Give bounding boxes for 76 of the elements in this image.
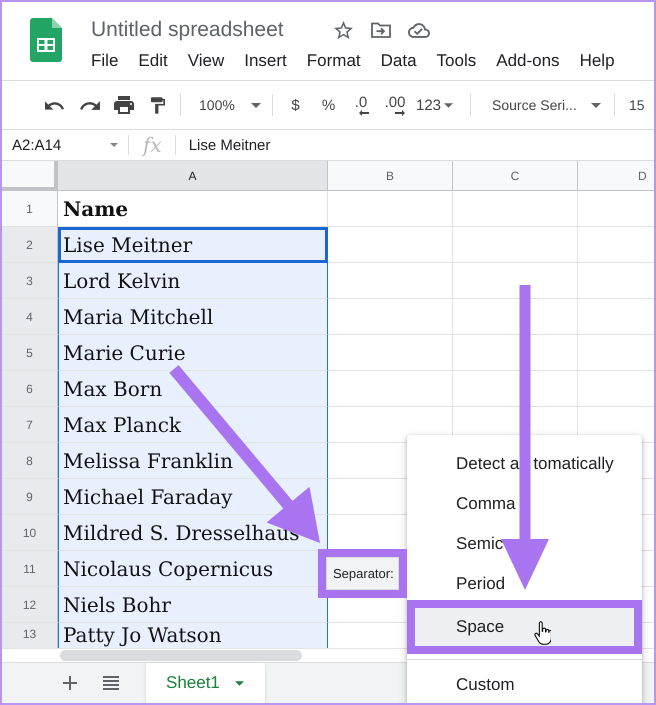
menu-item[interactable]: Format (306, 50, 361, 72)
table-cell: Max Born (58, 371, 328, 407)
column-header[interactable]: D (578, 161, 654, 191)
column-header[interactable]: C (453, 161, 578, 191)
menu-item[interactable]: Insert (244, 50, 287, 72)
table-cell: Michael Faraday (58, 479, 328, 515)
table-cell: Lise Meitner (58, 227, 328, 263)
row-header[interactable]: 6 (2, 371, 58, 407)
paint-roller-icon[interactable] (151, 96, 165, 114)
redo-icon[interactable] (80, 100, 100, 110)
name-box[interactable]: A2:A14 (2, 130, 128, 160)
row-header[interactable]: 7 (2, 407, 58, 443)
caret-icon (251, 102, 261, 108)
zoom-dropdown[interactable]: 100% (193, 91, 267, 119)
row-header[interactable]: 10 (2, 515, 58, 551)
font-size-field[interactable]: 15 (629, 91, 645, 119)
separator-button[interactable]: Separator: (326, 557, 399, 590)
print-icon[interactable] (114, 96, 134, 114)
row-header[interactable]: 9 (2, 479, 58, 515)
left-arrow-icon (359, 110, 369, 116)
menu-item[interactable]: Space (415, 608, 634, 646)
scrollbar-thumb[interactable] (60, 650, 302, 661)
caret-icon (444, 102, 454, 108)
caret-icon (110, 143, 118, 147)
menu-item[interactable]: Custom (407, 665, 642, 703)
menu-item[interactable]: Add-ons (496, 50, 560, 72)
table-cell: Mildred S. Dresselhaus (58, 515, 328, 551)
row-header[interactable]: 12 (2, 587, 58, 623)
format-button[interactable]: % (315, 91, 342, 119)
sheet-tab[interactable]: Sheet1 (146, 663, 265, 703)
decrease-decimals-button[interactable]: .0 (348, 91, 374, 119)
undo-icon[interactable] (45, 100, 66, 110)
formula-input[interactable]: Lise Meitner (188, 130, 654, 160)
column-header[interactable]: B (328, 161, 453, 191)
menu-item[interactable]: Help (580, 50, 615, 72)
folder-arrow-icon[interactable] (370, 22, 391, 38)
table-cell: Patty Jo Watson (58, 623, 328, 648)
cloud-check-icon[interactable] (408, 22, 430, 38)
table-cell: Max Planck (58, 407, 328, 443)
row-header[interactable]: 2 (2, 227, 58, 263)
document-title[interactable]: Untitled spreadsheet (91, 18, 284, 42)
function-label: fx (143, 133, 162, 157)
table-cell: Niels Bohr (58, 587, 328, 623)
hand-cursor-icon (534, 621, 551, 645)
column-header[interactable]: A (58, 161, 328, 191)
row-header[interactable]: 3 (2, 263, 58, 299)
row-header[interactable]: 8 (2, 443, 58, 479)
format-button[interactable]: $ (282, 91, 309, 119)
increase-decimals-button[interactable]: .00 (380, 91, 410, 119)
caret-icon (234, 680, 244, 686)
row-header[interactable]: 11 (2, 551, 58, 587)
caret-icon (591, 102, 601, 108)
menu-item[interactable]: Tools (436, 50, 476, 72)
font-dropdown[interactable]: Source Seri... (483, 91, 605, 119)
right-arrow-icon (395, 110, 405, 116)
menu-item[interactable]: Period (407, 564, 642, 604)
row-header[interactable]: 1 (2, 191, 58, 227)
menu-item[interactable]: Detect a tomatically (407, 444, 642, 484)
row-header[interactable]: 4 (2, 299, 58, 335)
menu-item[interactable]: Comma (407, 484, 642, 524)
plus-icon[interactable] (63, 676, 77, 690)
table-cell: Maria Mitchell (58, 299, 328, 335)
star-icon[interactable] (334, 21, 353, 39)
table-cell: Marie Curie (58, 335, 328, 371)
table-cell: Melissa Franklin (58, 443, 328, 479)
menu-item[interactable]: Data (380, 50, 417, 72)
menu-item[interactable]: Semic (407, 524, 642, 564)
menu-item[interactable]: View (188, 50, 224, 72)
number-format-dropdown[interactable]: 123 (416, 91, 462, 119)
table-cell: Lord Kelvin (58, 263, 328, 299)
row-header[interactable]: 5 (2, 335, 58, 371)
menu-item[interactable]: Edit (138, 50, 168, 72)
list-icon[interactable] (103, 676, 119, 690)
menu-item[interactable]: File (91, 50, 118, 72)
spreadsheet-logo-icon[interactable] (30, 18, 62, 62)
row-header[interactable]: 13 (2, 623, 58, 648)
